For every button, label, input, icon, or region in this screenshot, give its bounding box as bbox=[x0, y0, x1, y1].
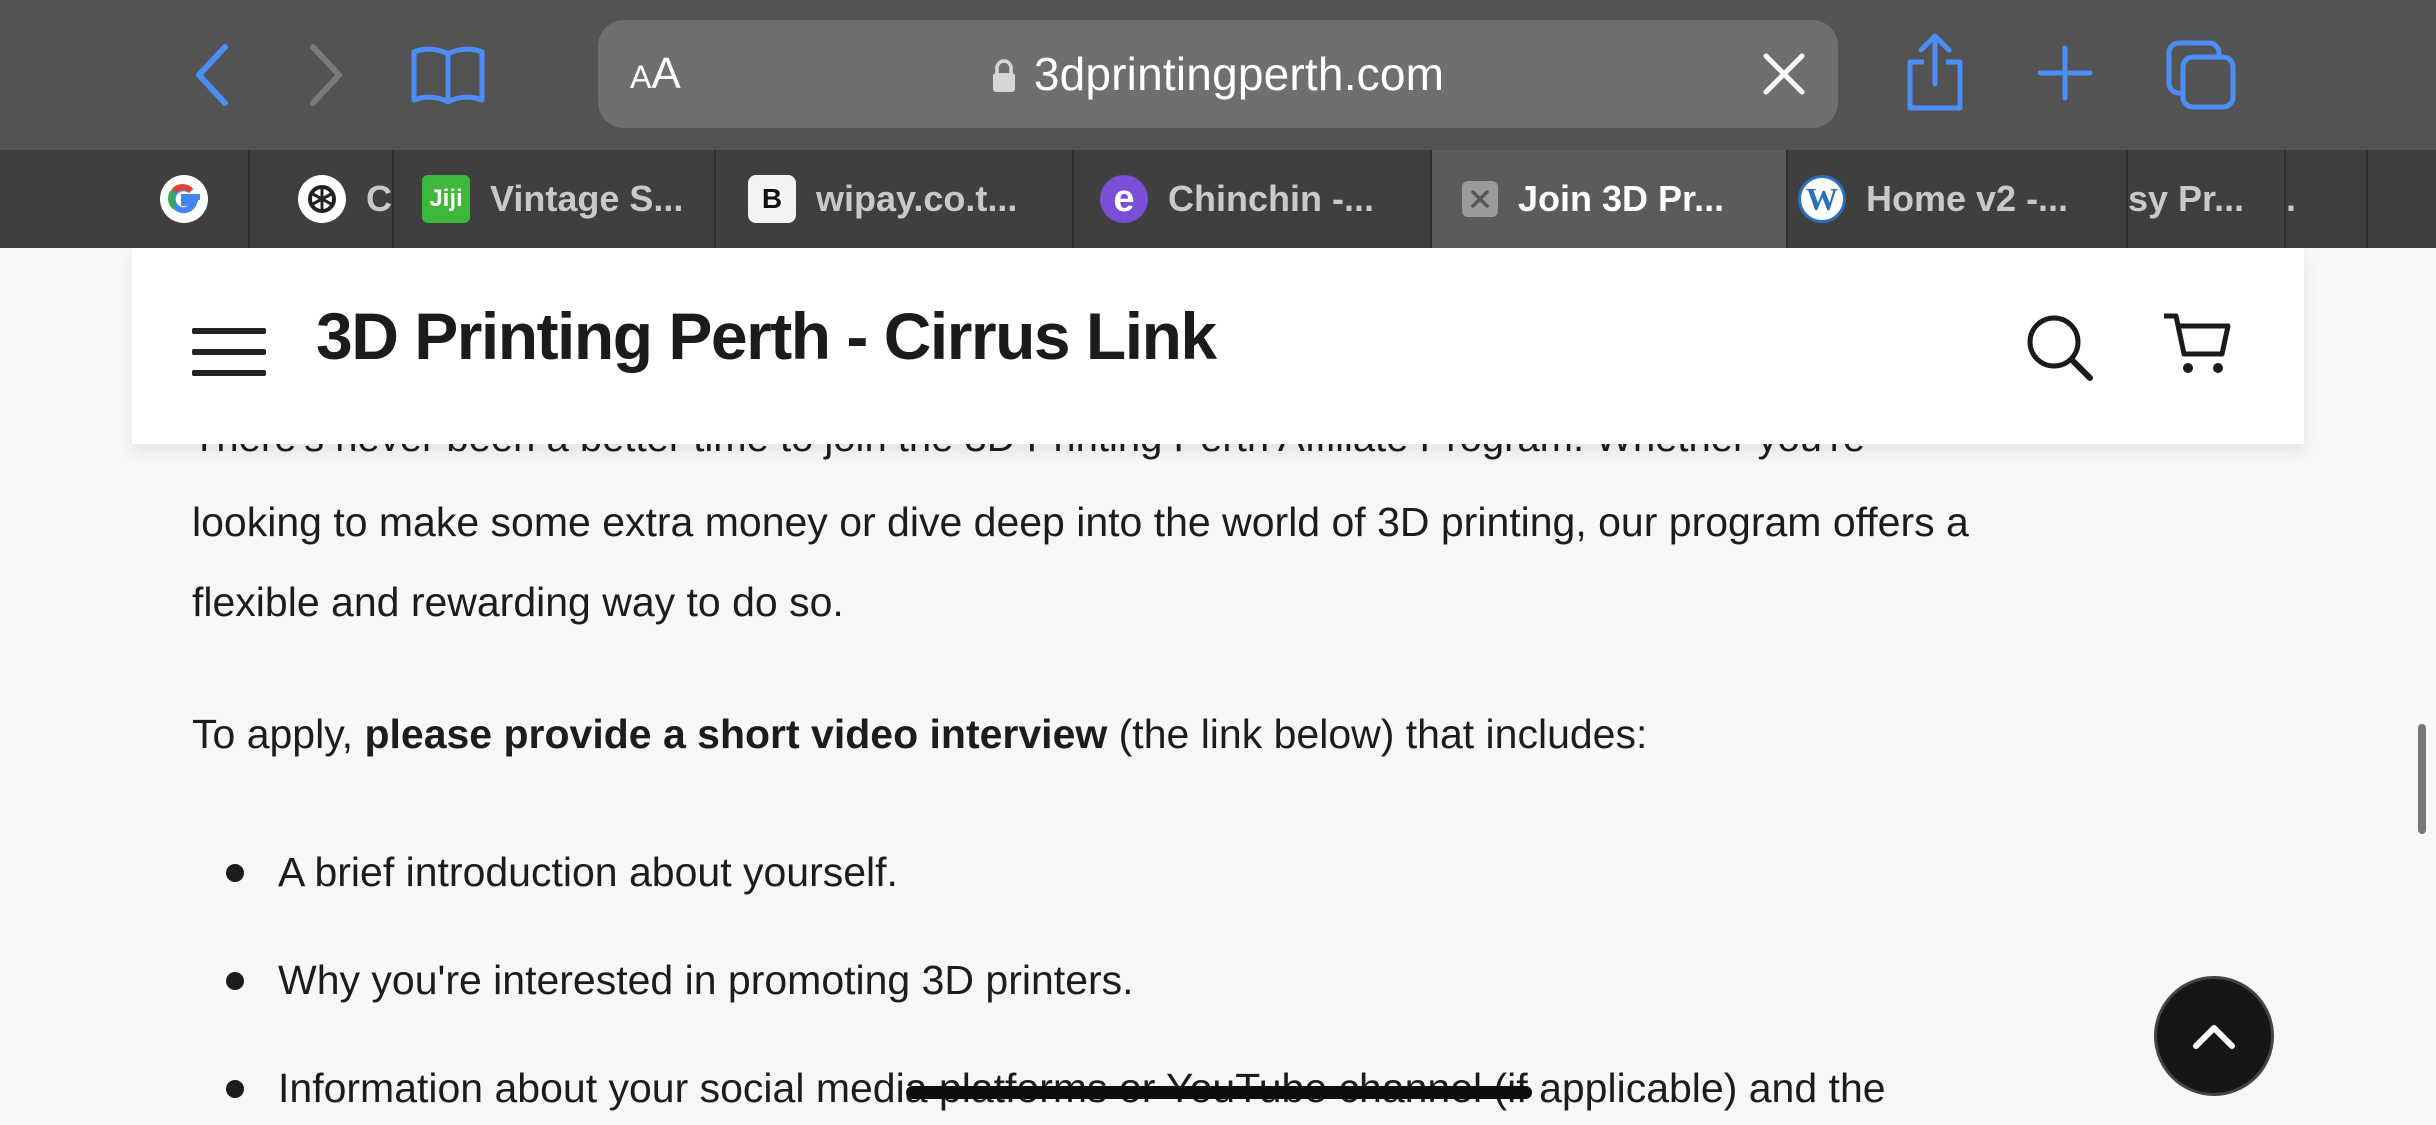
book-icon bbox=[411, 46, 485, 105]
address-bar[interactable]: AA 3dprintingperth.com bbox=[598, 20, 1838, 128]
forward-button[interactable] bbox=[300, 40, 350, 110]
requirements-list: A brief introduction about yourself. Why… bbox=[192, 810, 2292, 1125]
lock-icon bbox=[992, 59, 1016, 93]
tabs-icon bbox=[2166, 40, 2236, 110]
e-icon: e bbox=[1100, 175, 1148, 223]
chevron-right-icon bbox=[310, 44, 342, 106]
tab-chinchin[interactable]: e Chinchin -... bbox=[1074, 150, 1432, 248]
tab-home-v2[interactable]: W Home v2 -... bbox=[1788, 150, 2128, 248]
clear-url-button[interactable] bbox=[1760, 50, 1808, 98]
intro-paragraph: looking to make some extra money or dive… bbox=[192, 482, 2242, 642]
plus-icon bbox=[2037, 45, 2093, 101]
wordpress-icon: W bbox=[1798, 175, 1846, 223]
apply-emphasis: please provide a short video interview bbox=[364, 711, 1108, 757]
url-text: 3dprintingperth.com bbox=[1033, 48, 1445, 100]
close-icon bbox=[1763, 53, 1805, 95]
list-item: A brief introduction about yourself. bbox=[192, 810, 2292, 918]
apply-paragraph: To apply, please provide a short video i… bbox=[192, 694, 2242, 774]
close-tab-icon[interactable] bbox=[1462, 181, 1498, 217]
list-item: Information about your social media plat… bbox=[192, 1026, 2292, 1125]
tab-title: sy Pr... bbox=[2128, 178, 2245, 219]
scrollbar[interactable] bbox=[2418, 724, 2426, 834]
tab-chatgpt[interactable]: C bbox=[250, 150, 394, 248]
apply-prefix: To apply, bbox=[192, 711, 365, 757]
scroll-to-top-button[interactable] bbox=[2154, 976, 2274, 1096]
tab-join-3d-printing[interactable]: Join 3D Pr... bbox=[1432, 150, 1788, 248]
tab-title: Chinchin -... bbox=[1168, 178, 1374, 219]
cart-icon[interactable] bbox=[2162, 312, 2232, 378]
tab-title: Home v2 -... bbox=[1866, 178, 2069, 219]
share-button[interactable] bbox=[1900, 30, 1970, 114]
site-header: 3D Printing Perth - Cirrus Link bbox=[132, 248, 2304, 444]
new-tab-button[interactable] bbox=[2034, 42, 2096, 104]
paragraph-line: flexible and rewarding way to do so. bbox=[192, 579, 844, 625]
google-icon bbox=[160, 175, 208, 223]
apply-suffix: (the link below) that includes: bbox=[1107, 711, 1648, 757]
bookmarks-button[interactable] bbox=[408, 40, 488, 110]
tab-unknown[interactable]: sy Pr... bbox=[2128, 150, 2286, 248]
home-indicator[interactable] bbox=[906, 1086, 1532, 1099]
b-icon: B bbox=[748, 175, 796, 223]
tab-title: Join 3D Pr... bbox=[1518, 178, 1725, 219]
tab-overview-button[interactable] bbox=[2164, 38, 2238, 112]
chevron-left-icon bbox=[196, 44, 228, 106]
tab-title: C bbox=[366, 178, 392, 219]
tab-title: wipay.co.t... bbox=[816, 178, 1018, 219]
share-icon bbox=[1907, 33, 1963, 111]
chevron-up-icon bbox=[2193, 1025, 2235, 1049]
back-button[interactable] bbox=[186, 40, 236, 110]
web-page: There's never been a better time to join… bbox=[0, 248, 2436, 1125]
menu-icon[interactable] bbox=[192, 328, 266, 376]
tab-unknown-2[interactable]: . bbox=[2286, 150, 2368, 248]
tab-wipay[interactable]: B wipay.co.t... bbox=[716, 150, 1074, 248]
tab-bar: C Jiji Vintage S... B wipay.co.t... e Ch… bbox=[0, 150, 2436, 248]
site-title[interactable]: 3D Printing Perth - Cirrus Link bbox=[316, 298, 1217, 374]
paragraph-line: looking to make some extra money or dive… bbox=[192, 499, 1969, 545]
search-icon[interactable] bbox=[2026, 314, 2094, 382]
tab-title: . bbox=[2286, 178, 2297, 219]
tab-google[interactable] bbox=[0, 150, 250, 248]
tab-title: Vintage S... bbox=[490, 178, 684, 219]
list-item: Why you're interested in promoting 3D pr… bbox=[192, 918, 2292, 1026]
tab-jiji[interactable]: Jiji Vintage S... bbox=[394, 150, 716, 248]
chatgpt-icon bbox=[298, 175, 346, 223]
jiji-icon: Jiji bbox=[422, 175, 470, 223]
browser-toolbar: AA 3dprintingperth.com bbox=[0, 0, 2436, 150]
